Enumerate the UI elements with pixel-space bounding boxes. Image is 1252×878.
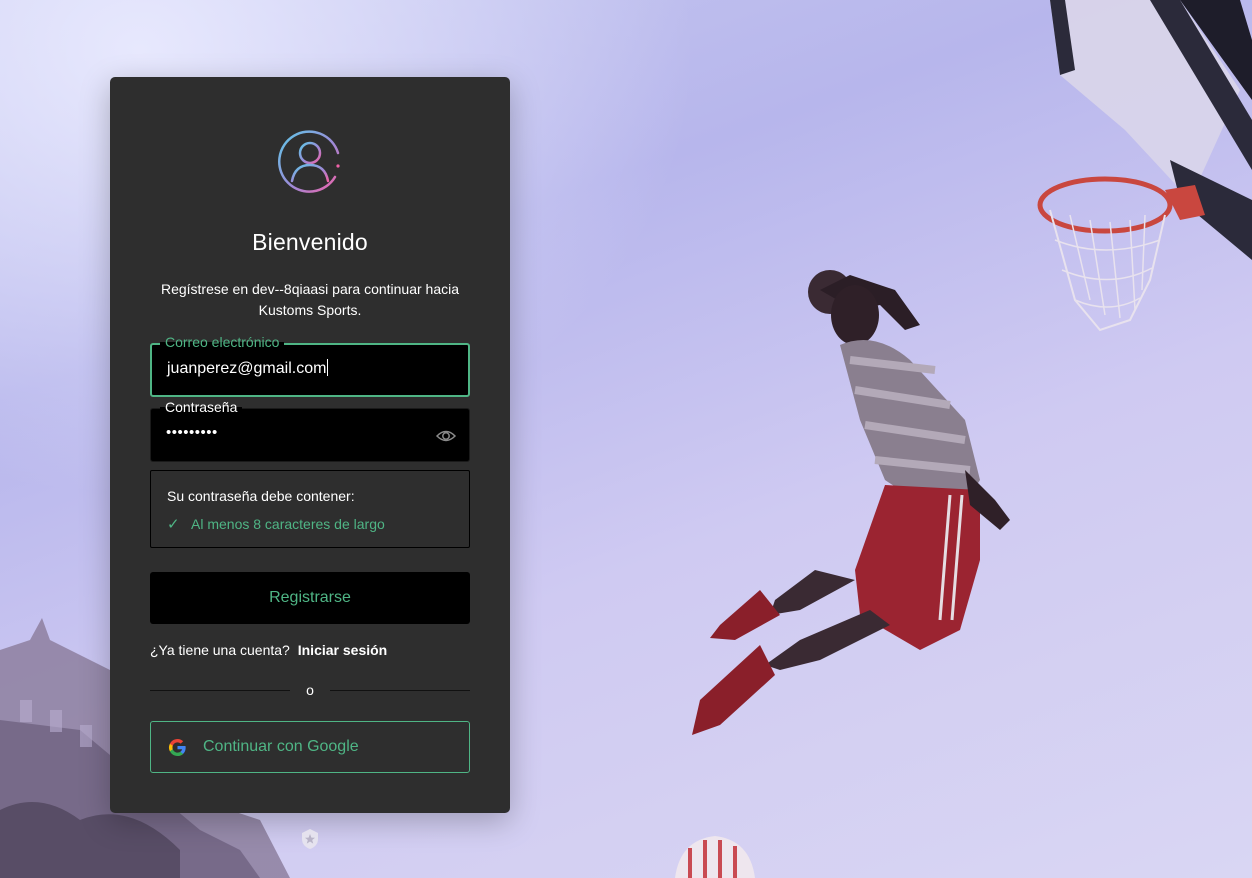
email-value: juanperez@gmail.com bbox=[167, 360, 327, 377]
rule-text: Al menos 8 caracteres de largo bbox=[191, 516, 385, 532]
register-button[interactable]: Registrarse bbox=[150, 572, 470, 624]
have-account-text: ¿Ya tiene una cuenta? bbox=[150, 642, 290, 658]
page-title: Bienvenido bbox=[252, 229, 368, 255]
password-rules-box: Su contraseña debe contener: ✓ Al menos 8… bbox=[150, 470, 470, 548]
login-link[interactable]: Iniciar sesión bbox=[298, 642, 387, 658]
email-label: Correo electrónico bbox=[160, 334, 285, 350]
email-input[interactable]: juanperez@gmail.com bbox=[167, 359, 329, 378]
or-divider: o bbox=[150, 681, 470, 699]
eye-icon[interactable] bbox=[435, 425, 457, 447]
player-jumping bbox=[692, 270, 1010, 735]
bottom-fixture bbox=[675, 836, 755, 878]
password-field[interactable]: Contraseña ••••••••• bbox=[150, 399, 470, 462]
user-avatar-icon bbox=[278, 130, 340, 193]
google-signin-button[interactable]: Continuar con Google bbox=[150, 721, 470, 773]
rules-heading: Su contraseña debe contener: bbox=[167, 488, 355, 504]
check-icon: ✓ bbox=[167, 516, 180, 533]
basketball-hoop bbox=[1037, 0, 1252, 332]
divider-line-right bbox=[330, 690, 470, 691]
google-button-label: Continuar con Google bbox=[203, 738, 359, 755]
password-input[interactable]: ••••••••• bbox=[166, 424, 218, 441]
login-prompt: ¿Ya tiene una cuenta? Iniciar sesión bbox=[150, 642, 387, 658]
email-field[interactable]: Correo electrónico juanperez@gmail.com bbox=[150, 334, 470, 397]
google-icon bbox=[168, 738, 186, 757]
rule-item: ✓ Al menos 8 caracteres de largo bbox=[167, 515, 385, 533]
page-subtitle: Regístrese en dev--8qiaasi para continua… bbox=[160, 281, 460, 318]
signup-card: Bienvenido Regístrese en dev--8qiaasi pa… bbox=[110, 77, 510, 813]
text-caret bbox=[327, 359, 329, 376]
shield-icon bbox=[302, 829, 318, 849]
password-label: Contraseña bbox=[160, 399, 243, 415]
